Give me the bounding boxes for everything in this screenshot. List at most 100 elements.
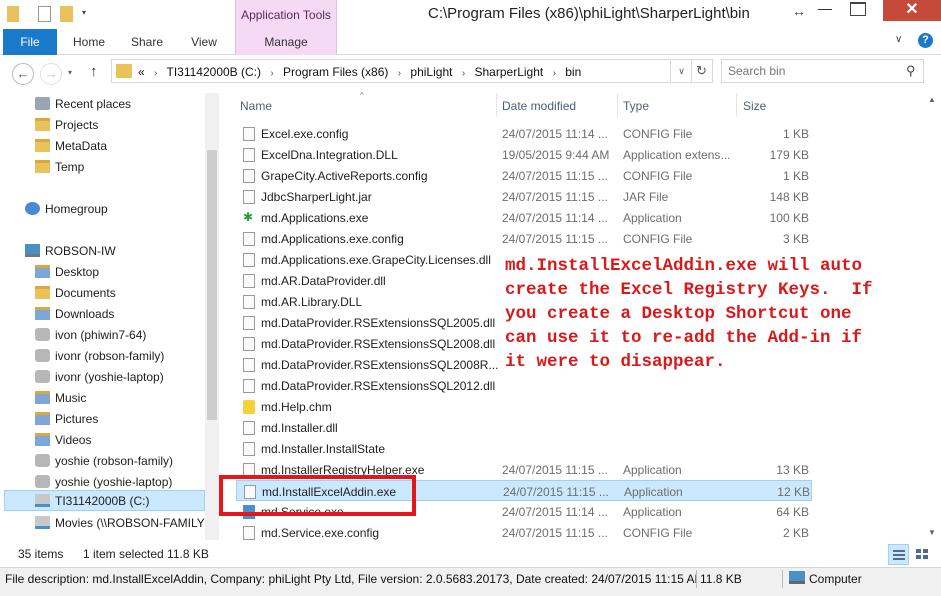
details-view-button[interactable] bbox=[888, 544, 909, 565]
file-date: 24/07/2015 11:15 ... bbox=[502, 190, 608, 204]
file-type: Application bbox=[623, 505, 682, 519]
column-divider[interactable] bbox=[496, 93, 497, 117]
nav-item-label: Music bbox=[55, 391, 87, 405]
file-name: md.Applications.exe.config bbox=[261, 232, 404, 246]
file-row[interactable]: md.DataProvider.RSExtensionsSQL2012.dll bbox=[236, 375, 812, 396]
new-folder-icon[interactable] bbox=[60, 6, 73, 22]
breadcrumb-drive[interactable]: TI31142000B (C:) bbox=[167, 65, 262, 79]
tab-share[interactable]: Share bbox=[120, 29, 174, 55]
search-icon[interactable]: ⚲ bbox=[906, 63, 916, 79]
expand-ribbon-icon[interactable]: ∨ bbox=[895, 34, 902, 45]
dll-file-icon bbox=[243, 358, 255, 372]
address-bar[interactable]: « › TI31142000B (C:) › Program Files (x8… bbox=[111, 59, 671, 83]
file-name: md.Installer.dll bbox=[261, 421, 338, 435]
scroll-down-icon[interactable]: ▼ bbox=[928, 528, 936, 537]
breadcrumb-bin[interactable]: bin bbox=[565, 65, 581, 79]
file-row[interactable]: ✱ md.Applications.exe 24/07/2015 11:14 .… bbox=[236, 207, 812, 228]
breadcrumb-program-files[interactable]: Program Files (x86) bbox=[283, 65, 388, 79]
folder-icon bbox=[7, 6, 19, 22]
breadcrumb-overflow[interactable]: « bbox=[138, 65, 145, 79]
file-name: Excel.exe.config bbox=[261, 127, 349, 141]
file-type: CONFIG File bbox=[623, 232, 693, 246]
nav-item-label: MetaData bbox=[55, 139, 108, 153]
tab-manage[interactable]: Manage bbox=[235, 29, 337, 55]
file-size: 100 KB bbox=[769, 211, 809, 225]
breadcrumb-philight[interactable]: phiLight bbox=[410, 65, 452, 79]
minimize-button[interactable] bbox=[818, 9, 832, 10]
file-name: md.Applications.exe bbox=[261, 211, 369, 225]
nav-item-label: yoshie (yoshie-laptop) bbox=[55, 475, 173, 489]
tab-home[interactable]: Home bbox=[62, 29, 116, 55]
file-size: 3 KB bbox=[782, 232, 809, 246]
column-header-name[interactable]: Name bbox=[240, 99, 272, 113]
dll-file-icon bbox=[243, 253, 255, 267]
user-share-icon bbox=[35, 454, 50, 467]
file-type: Application bbox=[623, 463, 682, 477]
nav-item-label: Movies (\\ROBSON-FAMILY bbox=[55, 516, 205, 530]
column-divider[interactable] bbox=[736, 93, 737, 117]
dll-file-icon bbox=[243, 421, 255, 435]
forward-button[interactable]: → bbox=[40, 63, 62, 85]
close-button[interactable]: ✕ bbox=[883, 0, 941, 21]
file-name: ExcelDna.Integration.DLL bbox=[261, 148, 398, 162]
search-box[interactable] bbox=[721, 59, 924, 83]
maximize-button[interactable] bbox=[850, 2, 866, 16]
dll-file-icon bbox=[243, 295, 255, 309]
nav-item-label: Temp bbox=[55, 160, 85, 174]
file-name: md.Service.exe.config bbox=[261, 526, 380, 540]
refresh-button[interactable]: ↻ bbox=[691, 59, 713, 83]
file-date: 24/07/2015 11:15 ... bbox=[502, 463, 608, 477]
file-description: File description: md.InstallExcelAddin, … bbox=[5, 572, 697, 586]
file-row[interactable]: JdbcSharperLight.jar 24/07/2015 11:15 ..… bbox=[236, 186, 812, 207]
recent-places-icon bbox=[35, 97, 50, 110]
up-button[interactable]: ↑ bbox=[90, 63, 98, 80]
recent-locations-dropdown-icon[interactable]: ▾ bbox=[68, 68, 72, 77]
file-type: Application bbox=[624, 485, 683, 499]
nav-scrollbar-thumb[interactable] bbox=[207, 150, 217, 420]
column-divider[interactable] bbox=[617, 93, 618, 117]
breadcrumb-sharperlight[interactable]: SharperLight bbox=[475, 65, 544, 79]
file-name: md.Installer.InstallState bbox=[261, 442, 386, 456]
file-name: JdbcSharperLight.jar bbox=[261, 190, 372, 204]
file-row[interactable]: Excel.exe.config 24/07/2015 11:14 ... CO… bbox=[236, 123, 812, 144]
back-button[interactable]: ← bbox=[12, 63, 34, 85]
tab-view[interactable]: View bbox=[177, 29, 231, 55]
file-row[interactable]: ExcelDna.Integration.DLL 19/05/2015 9:44… bbox=[236, 144, 812, 165]
breadcrumb-separator[interactable]: › bbox=[398, 68, 401, 79]
file-type: CONFIG File bbox=[623, 526, 693, 540]
column-header-size[interactable]: Size bbox=[743, 99, 766, 113]
file-row[interactable]: md.Installer.dll bbox=[236, 417, 812, 438]
breadcrumb-separator[interactable]: › bbox=[462, 68, 465, 79]
address-dropdown-button[interactable]: ∨ bbox=[672, 59, 692, 83]
nav-item-label: ivon (phiwin7-64) bbox=[55, 328, 147, 342]
help-icon[interactable]: ? bbox=[918, 33, 933, 48]
breadcrumb-separator[interactable]: › bbox=[553, 68, 556, 79]
quick-access-dropdown-icon[interactable]: ▾ bbox=[82, 8, 86, 17]
file-list-scrollbar[interactable] bbox=[926, 93, 941, 540]
file-row[interactable]: GrapeCity.ActiveReports.config 24/07/201… bbox=[236, 165, 812, 186]
file-type: Application extens... bbox=[623, 148, 731, 162]
nav-item-label: yoshie (robson-family) bbox=[55, 454, 174, 468]
properties-icon[interactable] bbox=[38, 6, 51, 22]
folder-icon bbox=[35, 160, 50, 173]
file-row[interactable]: md.Installer.InstallState bbox=[236, 438, 812, 459]
breadcrumb-separator[interactable]: › bbox=[270, 68, 273, 79]
dll-file-icon bbox=[243, 316, 255, 330]
config-file-icon bbox=[243, 127, 255, 141]
file-date: 24/07/2015 11:14 ... bbox=[502, 127, 608, 141]
scroll-up-icon[interactable]: ▲ bbox=[928, 95, 936, 104]
music-folder-icon bbox=[35, 391, 50, 404]
large-icons-view-button[interactable] bbox=[912, 544, 933, 565]
file-date: 24/07/2015 11:15 ... bbox=[503, 485, 609, 499]
column-header-type[interactable]: Type bbox=[623, 99, 649, 113]
search-input[interactable] bbox=[728, 64, 898, 78]
window-title: C:\Program Files (x86)\phiLight\SharperL… bbox=[428, 5, 750, 22]
column-header-date-modified[interactable]: Date modified bbox=[502, 99, 576, 113]
nav-item-label: Videos bbox=[55, 433, 92, 447]
tab-file[interactable]: File bbox=[3, 29, 57, 55]
nav-item-label: Documents bbox=[55, 286, 116, 300]
file-row[interactable]: md.Help.chm bbox=[236, 396, 812, 417]
file-name: md.AR.Library.DLL bbox=[261, 295, 363, 309]
file-row[interactable]: md.Applications.exe.config 24/07/2015 11… bbox=[236, 228, 812, 249]
documents-folder-icon bbox=[35, 286, 50, 299]
